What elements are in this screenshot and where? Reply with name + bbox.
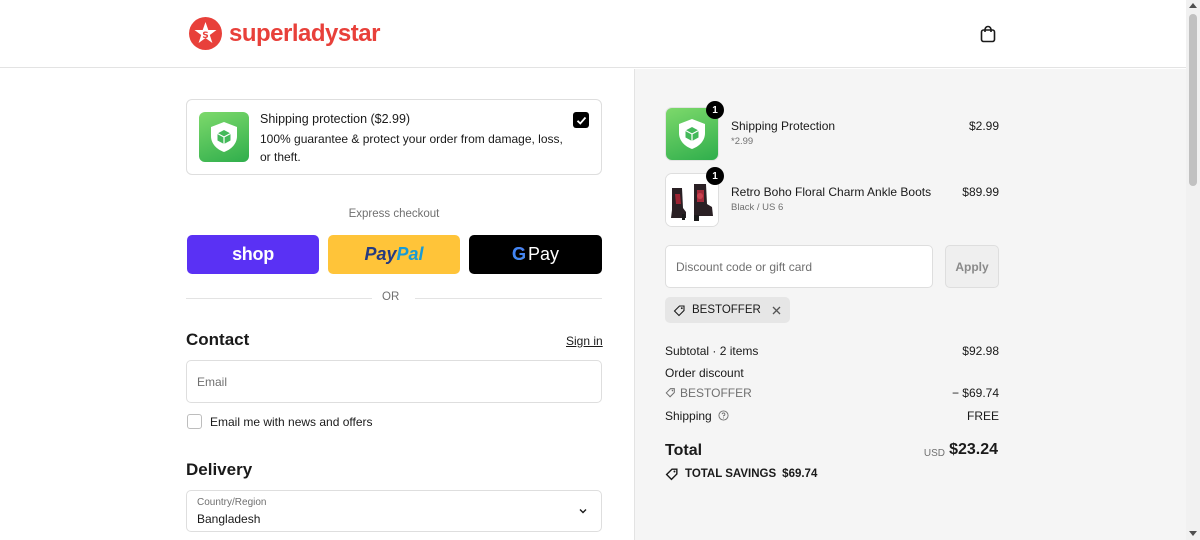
total-value: $23.24 — [949, 441, 998, 458]
star-logo-icon: S — [189, 17, 222, 50]
email-field[interactable]: Email — [186, 360, 602, 403]
page-scrollbar[interactable] — [1186, 0, 1200, 540]
total-savings-value: $69.74 — [782, 468, 818, 480]
remove-code-close-icon[interactable] — [771, 305, 782, 316]
check-icon — [576, 116, 586, 125]
item-variant: *2.99 — [731, 136, 754, 147]
country-caption: Country/Region — [197, 497, 267, 508]
scroll-down-arrow-icon[interactable] — [1189, 531, 1197, 536]
applied-code-tag: BESTOFFER — [665, 297, 790, 323]
protection-title: Shipping protection ($2.99) — [260, 112, 411, 126]
quantity-badge: 1 — [706, 101, 724, 119]
apply-discount-button[interactable]: Apply — [945, 245, 999, 288]
brand-logo[interactable]: S superladystar — [189, 17, 380, 50]
shipping-row: Shipping FREE — [665, 409, 999, 423]
sign-in-link[interactable]: Sign in — [566, 334, 603, 348]
help-circle-icon[interactable] — [718, 410, 729, 421]
country-select[interactable]: Country/Region Bangladesh — [186, 490, 602, 532]
paypal-button[interactable]: Pay Pal — [328, 235, 460, 274]
subtotal-label: Subtotal · 2 items — [665, 344, 759, 358]
order-summary: 1 Shipping Protection *2.99 $2.99 1 Retr… — [634, 69, 1186, 540]
country-value: Bangladesh — [197, 512, 261, 526]
paypal-label-pay: Pay — [364, 244, 397, 264]
delivery-heading: Delivery — [186, 460, 253, 479]
email-placeholder: Email — [197, 374, 228, 389]
scrollbar-thumb[interactable] — [1189, 14, 1197, 186]
discount-placeholder: Discount code or gift card — [676, 259, 813, 274]
shipping-label: Shipping — [665, 409, 712, 423]
order-discount-label: Order discount — [665, 366, 744, 380]
tag-icon — [665, 468, 678, 481]
google-pay-label: Pay — [527, 244, 560, 264]
total-savings-label: TOTAL SAVINGS — [685, 468, 777, 480]
discount-value: − $69.74 — [951, 386, 999, 400]
line-item: 1 Retro Boho Floral Charm Ankle Boots Bl… — [665, 167, 999, 227]
svg-text:S: S — [202, 31, 208, 41]
scroll-up-arrow-icon[interactable] — [1189, 3, 1197, 8]
contact-heading: Contact — [186, 330, 250, 349]
tag-icon — [673, 304, 685, 316]
protection-checkbox[interactable] — [573, 112, 589, 128]
or-label: OR — [382, 291, 400, 303]
discount-code-input[interactable]: Discount code or gift card — [665, 245, 933, 288]
total-savings-row: TOTAL SAVINGS $69.74 — [665, 467, 817, 481]
shield-box-icon — [199, 112, 249, 162]
applied-code-label: BESTOFFER — [692, 304, 761, 316]
protection-description: 100% guarantee & protect your order from… — [260, 132, 563, 164]
or-divider: OR — [186, 291, 602, 305]
tag-icon — [665, 388, 675, 398]
shipping-protection-card[interactable]: Shipping protection ($2.99) 100% guarant… — [186, 99, 602, 175]
shop-pay-button[interactable]: shop — [187, 235, 319, 274]
brand-name: superladystar — [229, 19, 380, 47]
shipping-value: FREE — [966, 409, 999, 423]
subtotal-value: $92.98 — [962, 344, 999, 358]
site-header: S superladystar — [0, 0, 1186, 68]
item-price: $2.99 — [968, 119, 999, 133]
paypal-label-pal: Pal — [396, 244, 424, 264]
shop-pay-label: shop — [232, 244, 274, 264]
discount-code-label: BESTOFFER — [680, 386, 752, 400]
google-pay-button[interactable]: G Pay — [469, 235, 602, 274]
item-variant: Black / US 6 — [731, 202, 784, 213]
line-item: 1 Shipping Protection *2.99 $2.99 — [665, 101, 999, 161]
item-price: $89.99 — [962, 185, 999, 199]
quantity-badge: 1 — [706, 167, 724, 185]
chevron-down-icon — [579, 509, 587, 514]
newsletter-checkbox[interactable] — [187, 414, 202, 429]
subtotal-row: Subtotal · 2 items $92.98 — [665, 344, 999, 358]
shield-box-icon — [679, 119, 705, 149]
shopping-bag-icon[interactable] — [976, 22, 1000, 46]
discount-code-row: BESTOFFER − $69.74 — [665, 386, 999, 400]
checkout-form: Shipping protection ($2.99) 100% guarant… — [0, 69, 634, 540]
express-checkout-label: Express checkout — [348, 208, 440, 220]
item-name: Retro Boho Floral Charm Ankle Boots — [731, 185, 932, 199]
total-currency: USD — [923, 448, 945, 459]
total-label: Total — [665, 442, 703, 459]
newsletter-label: Email me with news and offers — [210, 415, 373, 429]
item-name: Shipping Protection — [731, 119, 836, 133]
order-discount-row: Order discount — [665, 366, 999, 380]
google-g-icon: G — [511, 244, 526, 264]
